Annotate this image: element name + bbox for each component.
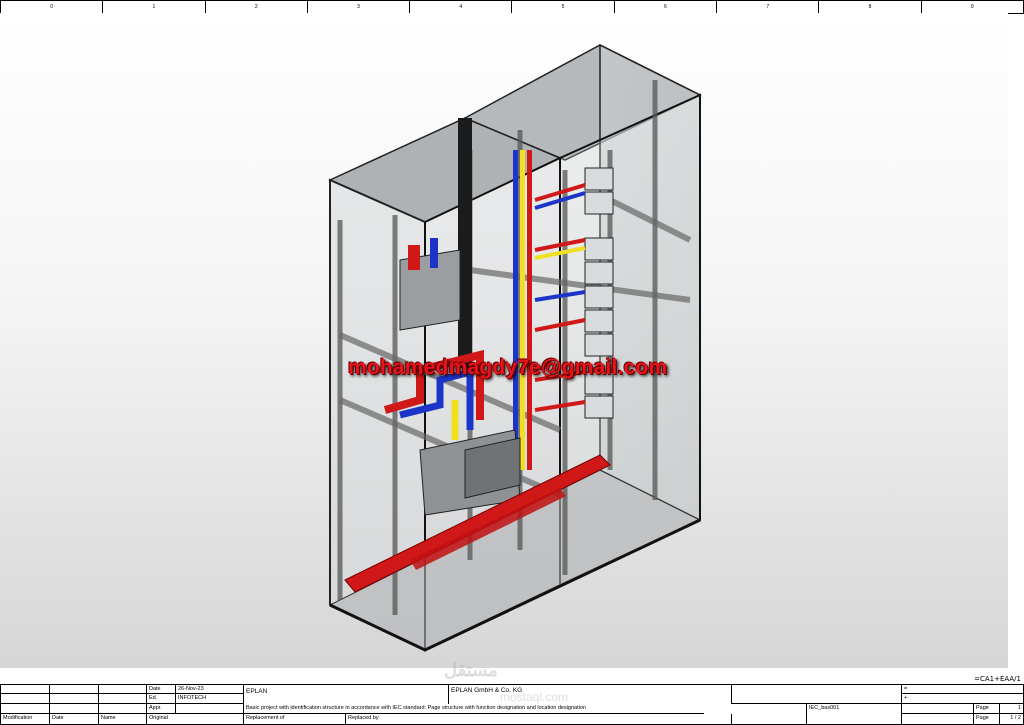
rev-cell (50, 704, 99, 714)
ruler-col-0: 0 (1, 1, 104, 13)
date-col-label: Date (50, 714, 99, 724)
right-empty-cell (732, 704, 807, 724)
rev-cell (50, 694, 99, 704)
top-ruler: 0 1 2 3 4 5 6 7 8 9 (0, 0, 1024, 14)
page-of: 1 / 2 (1010, 715, 1021, 721)
ed-label: Ed. (147, 694, 176, 704)
ruler-col-5: 5 (512, 1, 615, 13)
right-empty-cell (902, 704, 974, 714)
email-watermark: mohamedmagdy7e@gmail.com (348, 356, 668, 379)
right-empty-cell (732, 685, 902, 704)
date-value: 26-Nov-23 (176, 685, 244, 694)
modification-label: Modification (1, 714, 50, 724)
ruler-col-8: 8 (819, 1, 922, 13)
drawing-viewport[interactable]: mohamedmagdy7e@gmail.com (0, 13, 1008, 668)
date-label: Date (147, 685, 176, 694)
ed-value: INFOTECH (176, 694, 244, 704)
ruler-col-3: 3 (308, 1, 411, 13)
rev-cell (99, 685, 147, 694)
rev-cell (50, 685, 99, 694)
page-label: Page (974, 704, 1000, 714)
appr-label: Appr. (147, 704, 176, 714)
rev-cell (99, 704, 147, 714)
ruler-col-6: 6 (615, 1, 718, 13)
replaced-by-label: Replaced by (346, 714, 732, 724)
company-name: EPLAN GmbH & Co. KG (449, 685, 732, 704)
rev-cell (1, 685, 50, 694)
rev-cell (1, 694, 50, 704)
equals-sign: = (902, 685, 1023, 694)
name-col-label: Name (99, 714, 147, 724)
page-label-2: Page (974, 714, 1000, 724)
ruler-col-9: 9 (970, 4, 974, 10)
right-empty-cell (902, 714, 974, 724)
drawing-number: IEC_bas001 (807, 704, 902, 724)
page-number: 1 (1000, 704, 1023, 714)
cabinet-3d-drawing (328, 43, 702, 652)
ruler-col-2: 2 (206, 1, 308, 13)
mostaql-logo: مستقل (444, 660, 498, 680)
appr-value (176, 704, 244, 714)
ruler-col-4: 4 (410, 1, 513, 13)
busbar-blue (513, 150, 518, 470)
placeholder-tag: =CA1+EAA/1 (974, 675, 1021, 683)
ruler-col-1: 1 (103, 1, 206, 13)
ruler-col-7: 7 (717, 1, 820, 13)
busbar-yellow (520, 150, 525, 470)
center-post (458, 118, 472, 368)
rev-cell (99, 694, 147, 704)
plus-sign: + (902, 694, 1023, 704)
rev-cell (1, 704, 50, 714)
busbar-red (527, 150, 532, 470)
description-text: Basic project with identification struct… (244, 704, 704, 714)
title-block: Modification Date Name Date 26-Nov-23 Ed… (0, 684, 1024, 725)
brand-label: EPLAN (244, 685, 449, 704)
replacement-of-label: Replacement of (244, 714, 346, 724)
original-label: Original (147, 714, 244, 724)
